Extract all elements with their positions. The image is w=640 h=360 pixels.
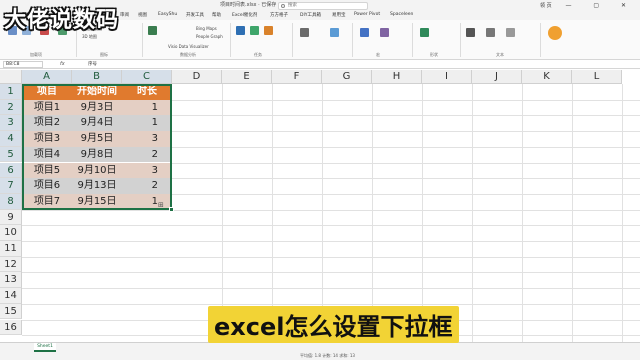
row-header-3[interactable]: 3: [0, 115, 22, 132]
line-chart-icon[interactable]: [250, 26, 259, 35]
tab-easyshu[interactable]: EasyShu: [158, 12, 177, 17]
status-summary: 平均值: 1.8 计数: 14 求和: 13: [300, 353, 355, 358]
tab-review[interactable]: 审阅: [120, 12, 129, 18]
ribbon-visio[interactable]: Visio Data Visualizer: [168, 44, 209, 49]
video-caption: excel怎么设置下拉框: [208, 306, 459, 343]
search-icon: [281, 4, 285, 8]
row-header-8[interactable]: 8: [0, 193, 22, 210]
bar-chart-icon[interactable]: [236, 26, 245, 35]
row-header-4[interactable]: 4: [0, 131, 22, 147]
column-header-b[interactable]: B: [72, 70, 122, 84]
window-controls[interactable]: — ▢ ✕: [565, 2, 636, 9]
map-icon[interactable]: [300, 28, 309, 37]
group-label-macros: 宏: [376, 52, 380, 57]
column-header-c[interactable]: C: [122, 70, 172, 84]
timeline-icon[interactable]: [380, 28, 389, 37]
selection-range[interactable]: [22, 84, 172, 210]
column-header-l[interactable]: L: [572, 70, 622, 84]
fill-handle[interactable]: [169, 207, 174, 212]
column-header-d[interactable]: D: [172, 70, 222, 84]
ribbon-3d-map[interactable]: 3D 地图: [82, 34, 97, 40]
row-header-16[interactable]: 16: [0, 319, 22, 336]
pie-chart-icon[interactable]: [264, 26, 273, 35]
status-bar: 平均值: 1.8 计数: 14 求和: 13: [0, 352, 640, 360]
tab-excel-catalyst[interactable]: Excel催化剂: [232, 12, 257, 18]
tab-power-pivot[interactable]: Power Pivot: [354, 12, 380, 17]
row-header-11[interactable]: 11: [0, 241, 22, 257]
row-header-5[interactable]: 5: [0, 146, 22, 163]
header-footer-icon[interactable]: [486, 28, 495, 37]
row-header-12[interactable]: 12: [0, 256, 22, 273]
column-header-h[interactable]: H: [372, 70, 422, 84]
tab-help[interactable]: 帮助: [212, 12, 221, 18]
search-placeholder: 搜索: [288, 3, 297, 8]
row-header-14[interactable]: 14: [0, 288, 22, 304]
tab-developer[interactable]: 开发工具: [186, 12, 204, 18]
link-icon[interactable]: [420, 28, 429, 37]
row-header-13[interactable]: 13: [0, 272, 22, 289]
tab-view[interactable]: 视图: [138, 12, 147, 18]
row-header-1[interactable]: 1: [0, 84, 22, 100]
group-label-tasks: 任务: [254, 52, 262, 57]
column-header-i[interactable]: I: [422, 70, 472, 84]
formula-input[interactable]: 序号: [88, 61, 97, 67]
sheet-tab-bar: Sheet1: [0, 342, 640, 352]
row-header-6[interactable]: 6: [0, 162, 22, 179]
ribbon-people-graph[interactable]: People Graph: [196, 34, 223, 39]
select-all-corner[interactable]: [0, 70, 22, 84]
row-header-2[interactable]: 2: [0, 99, 22, 116]
column-header-k[interactable]: K: [522, 70, 572, 84]
row-header-7[interactable]: 7: [0, 178, 22, 194]
column-header-e[interactable]: E: [222, 70, 272, 84]
group-label-text: 文本: [496, 52, 504, 57]
search-input[interactable]: 搜索: [278, 2, 368, 10]
row-header-15[interactable]: 15: [0, 303, 22, 320]
channel-watermark: 大佬说数码: [4, 8, 120, 33]
tab-yiyongbao[interactable]: 易用宝: [332, 12, 346, 18]
column-header-a[interactable]: A: [22, 70, 72, 84]
row-header-10[interactable]: 10: [0, 225, 22, 241]
tab-fangfanggezi[interactable]: 方方格子: [270, 12, 288, 18]
group-label-shapes: 形状: [430, 52, 438, 57]
column-header-f[interactable]: F: [272, 70, 322, 84]
ribbon-bing-maps[interactable]: Bing Maps: [196, 26, 217, 31]
tab-spaceleen[interactable]: Spaceleen: [390, 12, 413, 17]
window-title: 项目时间表.xlsx · 已保存: [220, 2, 277, 8]
formula-bar: B8:C8 fx 序号: [0, 60, 640, 69]
quick-analysis-icon[interactable]: ⊞: [158, 201, 164, 209]
wordart-icon[interactable]: [506, 28, 515, 37]
name-box[interactable]: B8:C8: [3, 61, 43, 68]
group-label-data-analysis: 数据分析: [180, 52, 196, 57]
tab-diy-toolbox[interactable]: DIY工具箱: [300, 12, 321, 18]
group-label-addins: 加载项: [30, 52, 42, 57]
fx-icon[interactable]: fx: [60, 61, 65, 67]
group-label-icons: 图标: [100, 52, 108, 57]
macro-icon[interactable]: [330, 28, 339, 37]
sparkline-icon[interactable]: [148, 26, 157, 35]
sheet-tab-sheet1[interactable]: Sheet1: [34, 343, 56, 352]
textbox-icon[interactable]: [466, 28, 475, 37]
column-header-g[interactable]: G: [322, 70, 372, 84]
row-header-9[interactable]: 9: [0, 209, 22, 226]
slicer-icon[interactable]: [360, 28, 369, 37]
symbol-icon[interactable]: [548, 26, 562, 40]
user-name[interactable]: 领 页: [540, 2, 552, 9]
column-header-j[interactable]: J: [472, 70, 522, 84]
